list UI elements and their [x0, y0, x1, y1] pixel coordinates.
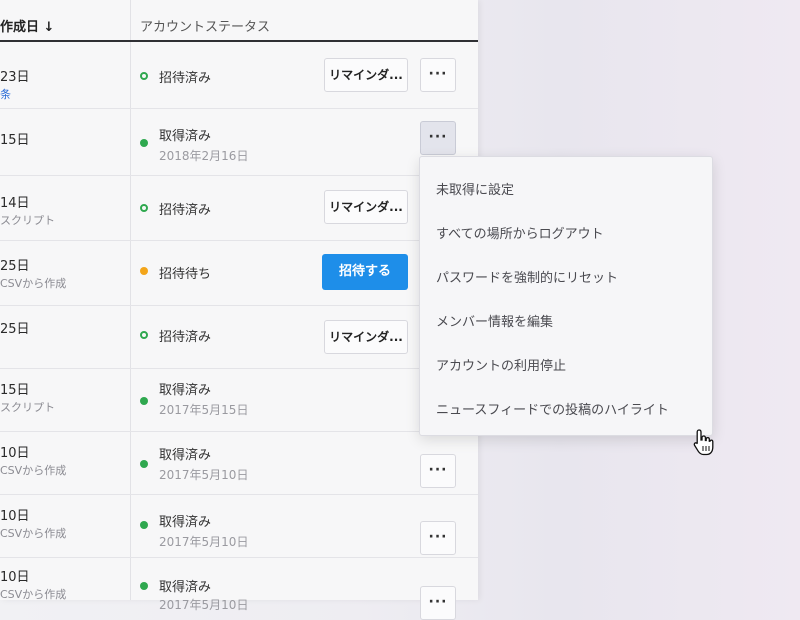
claimed-status-icon [140, 460, 148, 468]
account-status-header: アカウントステータス [140, 20, 271, 35]
reminder-button[interactable]: リマインダ... [324, 320, 408, 354]
status-label: 招待済み [159, 203, 212, 218]
status-date: 2018年2月16日 [159, 149, 249, 163]
status-label: 招待済み [159, 71, 212, 86]
created-source: スクリプト [0, 401, 55, 414]
table-row: 14日 スクリプト 招待済み リマインダ... [0, 176, 478, 241]
table-header: 作成日 ↓ アカウントステータス [0, 0, 478, 42]
table-row: 15日 スクリプト 取得済み 2017年5月15日 [0, 369, 478, 432]
created-date: 10日 [0, 446, 30, 461]
status-date: 2017年5月10日 [159, 598, 249, 612]
created-source: CSVから作成 [0, 527, 67, 540]
more-options-button[interactable]: ··· [420, 454, 456, 488]
menu-item-logout-everywhere[interactable]: すべての場所からログアウト [436, 223, 604, 242]
reminder-button[interactable]: リマインダ... [324, 58, 408, 92]
menu-item-set-unclaimed[interactable]: 未取得に設定 [436, 179, 514, 198]
invited-status-icon [140, 331, 148, 339]
menu-item-suspend-account[interactable]: アカウントの利用停止 [436, 355, 566, 374]
more-options-button[interactable]: ··· [420, 58, 456, 92]
status-date: 2017年5月10日 [159, 468, 249, 482]
reminder-button[interactable]: リマインダ... [324, 190, 408, 224]
table-row: 25日 CSVから作成 招待待ち 招待する [0, 241, 478, 306]
pending-status-icon [140, 267, 148, 275]
table-row: 10日 CSVから作成 取得済み 2017年5月10日 ··· [0, 432, 478, 495]
created-date: 25日 [0, 322, 30, 337]
hand-pointer-icon [693, 429, 714, 456]
created-source: CSVから作成 [0, 464, 67, 477]
sort-created-header[interactable]: 作成日 ↓ [0, 16, 54, 35]
status-label: 取得済み [159, 580, 212, 595]
invited-status-icon [140, 204, 148, 212]
status-label: 取得済み [159, 515, 212, 530]
menu-item-edit-member[interactable]: メンバー情報を編集 [436, 311, 553, 330]
created-source: CSVから作成 [0, 277, 67, 290]
status-label: 取得済み [159, 129, 212, 144]
status-date: 2017年5月15日 [159, 403, 249, 417]
status-date: 2017年5月10日 [159, 535, 249, 549]
member-actions-menu: 未取得に設定 すべての場所からログアウト パスワードを強制的にリセット メンバー… [419, 156, 713, 436]
table-row: 10日 CSVから作成 取得済み 2017年5月10日 ··· [0, 558, 478, 620]
table-row: 25日 招待済み リマインダ... [0, 306, 478, 369]
created-date: 15日 [0, 383, 30, 398]
status-label: 取得済み [159, 448, 212, 463]
status-label: 招待済み [159, 330, 212, 345]
created-date: 15日 [0, 133, 30, 148]
status-label: 取得済み [159, 383, 212, 398]
claimed-status-icon [140, 139, 148, 147]
more-options-button[interactable]: ··· [420, 521, 456, 555]
created-source[interactable]: 条 [0, 86, 11, 102]
status-label: 招待待ち [159, 267, 212, 282]
menu-item-highlight-posts[interactable]: ニュースフィードでの投稿のハイライト [436, 399, 669, 418]
claimed-status-icon [140, 397, 148, 405]
table-row: 15日 取得済み 2018年2月16日 ··· [0, 109, 478, 176]
created-source: スクリプト [0, 214, 55, 227]
created-date: 10日 [0, 509, 30, 524]
invited-status-icon [140, 72, 148, 80]
members-table: 作成日 ↓ アカウントステータス 23日 条 招待済み リマインダ... ···… [0, 0, 478, 620]
table-row: 23日 条 招待済み リマインダ... ··· [0, 42, 478, 109]
claimed-status-icon [140, 521, 148, 529]
claimed-status-icon [140, 582, 148, 590]
table-row: 10日 CSVから作成 取得済み 2017年5月10日 ··· [0, 495, 478, 558]
created-date: 23日 [0, 70, 30, 85]
created-date: 14日 [0, 196, 30, 211]
invite-button[interactable]: 招待する [322, 254, 408, 290]
more-options-button[interactable]: ··· [420, 121, 456, 155]
menu-item-force-password-reset[interactable]: パスワードを強制的にリセット [436, 267, 618, 286]
created-date: 10日 [0, 570, 30, 585]
created-date: 25日 [0, 259, 30, 274]
more-options-button[interactable]: ··· [420, 586, 456, 620]
